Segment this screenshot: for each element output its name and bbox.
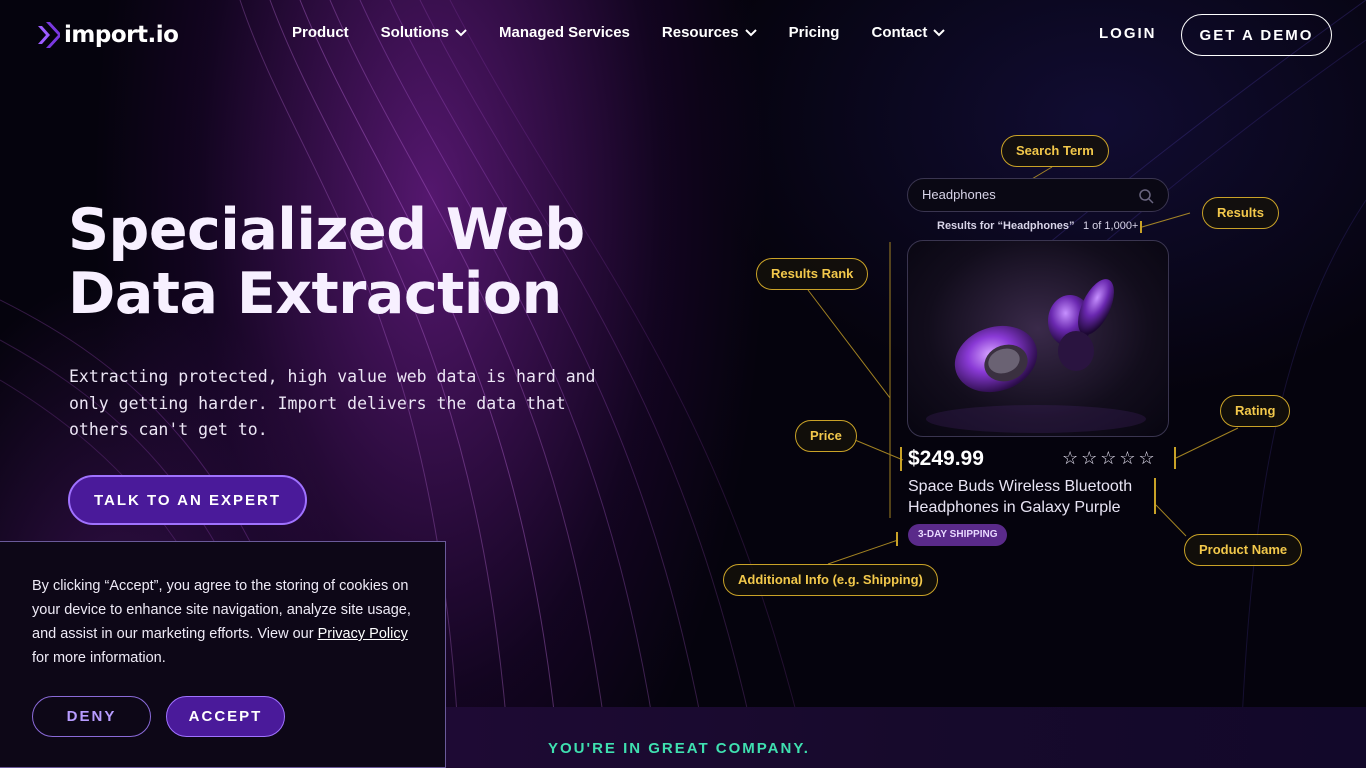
- top-navigation: import.io Product Solutions Managed Serv…: [0, 0, 1366, 70]
- chevron-down-icon: [933, 28, 946, 36]
- nav-item-label: Managed Services: [499, 24, 630, 41]
- nav-item-contact[interactable]: Contact: [871, 24, 946, 41]
- nav-item-label: Solutions: [380, 24, 449, 41]
- logo-mark-icon: [38, 22, 60, 48]
- chevron-down-icon: [744, 28, 757, 36]
- product-name: Space Buds Wireless Bluetooth Headphones…: [908, 478, 1133, 516]
- search-value: Headphones: [922, 187, 996, 202]
- nav-item-pricing[interactable]: Pricing: [789, 24, 840, 41]
- search-icon: [1139, 189, 1154, 204]
- main-nav: Product Solutions Managed Services Resou…: [292, 24, 946, 41]
- hero-title: Specialized Web Data Extraction: [68, 198, 688, 326]
- accept-button[interactable]: ACCEPT: [166, 696, 285, 737]
- results-tag: Results: [1202, 197, 1279, 229]
- talk-to-expert-button[interactable]: TALK TO AN EXPERT: [68, 475, 307, 525]
- trust-label: YOU'RE IN GREAT COMPANY.: [548, 740, 810, 757]
- nav-item-label: Resources: [661, 24, 739, 41]
- hero-title-line: Data Extraction: [68, 261, 562, 327]
- product-price: $249.99: [908, 447, 984, 470]
- shipping-badge: 3-DAY SHIPPING: [908, 524, 1008, 546]
- nav-item-label: Pricing: [788, 24, 840, 41]
- login-link[interactable]: LOGIN: [1099, 25, 1157, 42]
- earbuds-image: [926, 279, 1146, 433]
- product-image: [907, 240, 1169, 437]
- nav-item-managed-services[interactable]: Managed Services: [499, 24, 630, 41]
- trust-section: [446, 707, 1366, 768]
- rating-tag: Rating: [1220, 395, 1291, 427]
- get-a-demo-button[interactable]: GET A DEMO: [1181, 14, 1332, 56]
- nav-item-product[interactable]: Product: [292, 24, 349, 41]
- logo[interactable]: import.io: [38, 22, 179, 48]
- nav-item-label: Contact: [871, 24, 928, 41]
- deny-button[interactable]: DENY: [32, 696, 151, 737]
- price-tag: Price: [795, 420, 857, 452]
- nav-item-solutions[interactable]: Solutions: [381, 24, 467, 41]
- search-term-tag: Search Term: [1001, 135, 1109, 167]
- hero-subtitle: Extracting protected, high value web dat…: [69, 367, 596, 439]
- results-rank-tag: Results Rank: [756, 258, 869, 290]
- results-text: Results for “Headphones”: [937, 220, 1075, 232]
- hero-title-line: Specialized Web: [68, 197, 585, 263]
- cookie-text: By clicking “Accept”, you agree to the s…: [32, 574, 417, 670]
- logo-text: import.io: [64, 22, 179, 48]
- chevron-down-icon: [455, 28, 467, 36]
- product-name-tag: Product Name: [1184, 534, 1303, 566]
- cookie-banner: By clicking “Accept”, you agree to the s…: [0, 541, 446, 768]
- results-count: 1 of 1,000+: [1083, 220, 1139, 232]
- nav-item-label: Product: [292, 24, 349, 41]
- nav-item-resources[interactable]: Resources: [662, 24, 757, 41]
- privacy-policy-link[interactable]: Privacy Policy: [318, 626, 408, 642]
- mock-search-box: Headphones: [907, 178, 1169, 212]
- rating-stars: ☆☆☆☆☆: [1062, 448, 1158, 468]
- data-extraction-illustration: Search Term Results Results Rank Price R…: [700, 120, 1320, 610]
- additional-info-tag: Additional Info (e.g. Shipping): [723, 564, 938, 596]
- cookie-text-end: for more information.: [32, 650, 166, 666]
